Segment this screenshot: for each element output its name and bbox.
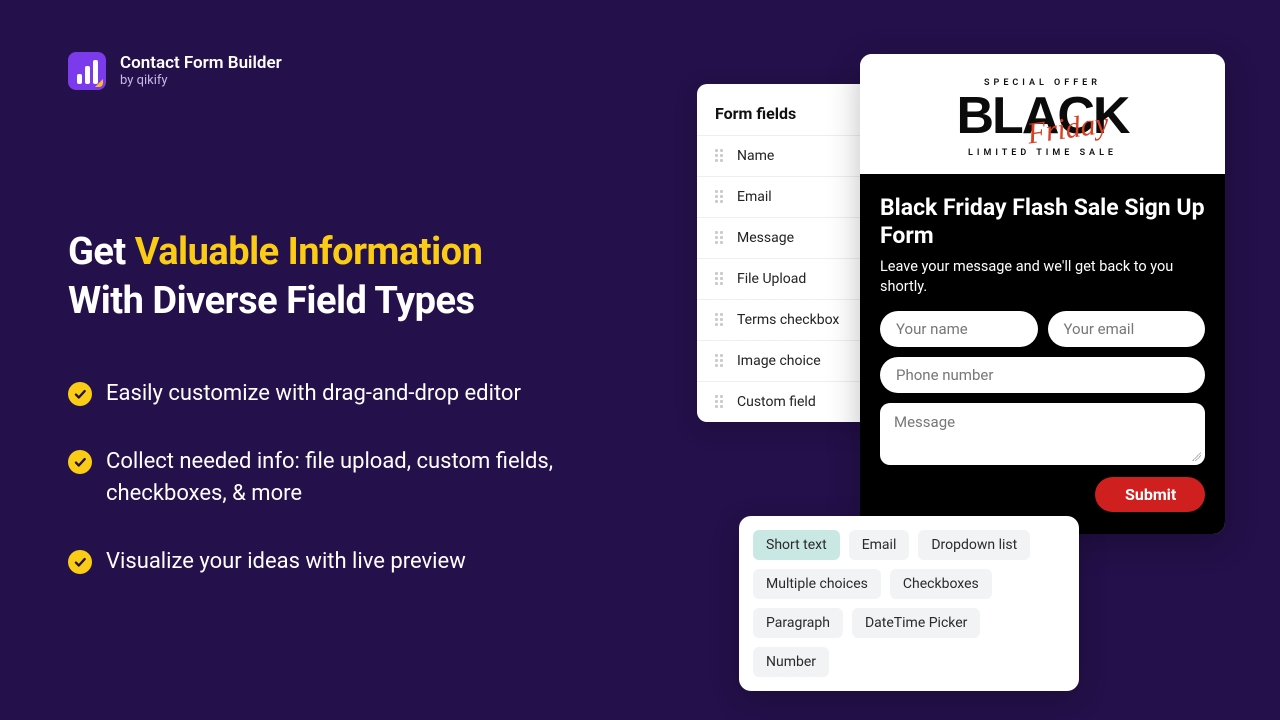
field-type-chip[interactable]: Email [849, 530, 910, 560]
feature-item: Collect needed info: file upload, custom… [68, 446, 628, 510]
email-input[interactable]: Your email [1048, 311, 1206, 347]
field-type-chip[interactable]: Number [753, 647, 829, 677]
promo-brand-word: BLACK Friday [957, 94, 1129, 138]
drag-handle-icon[interactable] [715, 231, 725, 245]
phone-input[interactable]: Phone number [880, 357, 1205, 393]
check-icon [68, 550, 92, 574]
heading-line2: With Diverse Field Types [68, 279, 475, 323]
promo-sub: LIMITED TIME SALE [860, 148, 1225, 158]
drag-handle-icon[interactable] [715, 272, 725, 286]
drag-handle-icon[interactable] [715, 313, 725, 327]
promo-form-title: Black Friday Flash Sale Sign Up Form [880, 194, 1205, 249]
drag-handle-icon[interactable] [715, 395, 725, 409]
page-heading: Get Valuable Information With Diverse Fi… [68, 228, 628, 327]
field-type-chip[interactable]: Multiple choices [753, 569, 881, 599]
promo-form-desc: Leave your message and we'll get back to… [880, 257, 1205, 296]
message-textarea[interactable]: Message [880, 403, 1205, 465]
field-label: Name [737, 148, 774, 164]
field-types-panel: Short text Email Dropdown list Multiple … [739, 516, 1079, 691]
drag-handle-icon[interactable] [715, 190, 725, 204]
check-icon [68, 382, 92, 406]
feature-text: Visualize your ideas with live preview [106, 546, 466, 578]
feature-item: Visualize your ideas with live preview [68, 546, 628, 578]
field-label: Image choice [737, 353, 821, 369]
field-label: Terms checkbox [737, 312, 839, 328]
check-icon [68, 450, 92, 474]
promo-form: Black Friday Flash Sale Sign Up Form Lea… [860, 174, 1225, 533]
resize-handle-icon[interactable] [1191, 451, 1201, 461]
promo-banner: SPECIAL OFFER BLACK Friday LIMITED TIME … [860, 54, 1225, 174]
field-label: Email [737, 189, 772, 205]
field-label: Message [737, 230, 794, 246]
app-byline: by qikify [120, 73, 282, 88]
field-label: Custom field [737, 394, 816, 410]
name-input[interactable]: Your name [880, 311, 1038, 347]
field-type-chip[interactable]: Dropdown list [918, 530, 1030, 560]
field-type-chip[interactable]: Short text [753, 530, 840, 560]
field-type-chip[interactable]: DateTime Picker [852, 608, 980, 638]
field-type-chip[interactable]: Checkboxes [890, 569, 992, 599]
field-type-chip[interactable]: Paragraph [753, 608, 843, 638]
promo-card: SPECIAL OFFER BLACK Friday LIMITED TIME … [860, 54, 1225, 534]
submit-button[interactable]: Submit [1095, 477, 1205, 512]
app-header: Contact Form Builder by qikify [68, 52, 282, 90]
feature-list: Easily customize with drag-and-drop edit… [68, 378, 628, 614]
heading-accent: Valuable Information [135, 230, 483, 274]
heading-prefix: Get [68, 230, 135, 274]
feature-text: Collect needed info: file upload, custom… [106, 446, 628, 510]
feature-text: Easily customize with drag-and-drop edit… [106, 378, 521, 410]
drag-handle-icon[interactable] [715, 354, 725, 368]
field-label: File Upload [737, 271, 806, 287]
feature-item: Easily customize with drag-and-drop edit… [68, 378, 628, 410]
app-logo [68, 52, 106, 90]
app-title: Contact Form Builder [120, 54, 282, 74]
drag-handle-icon[interactable] [715, 149, 725, 163]
